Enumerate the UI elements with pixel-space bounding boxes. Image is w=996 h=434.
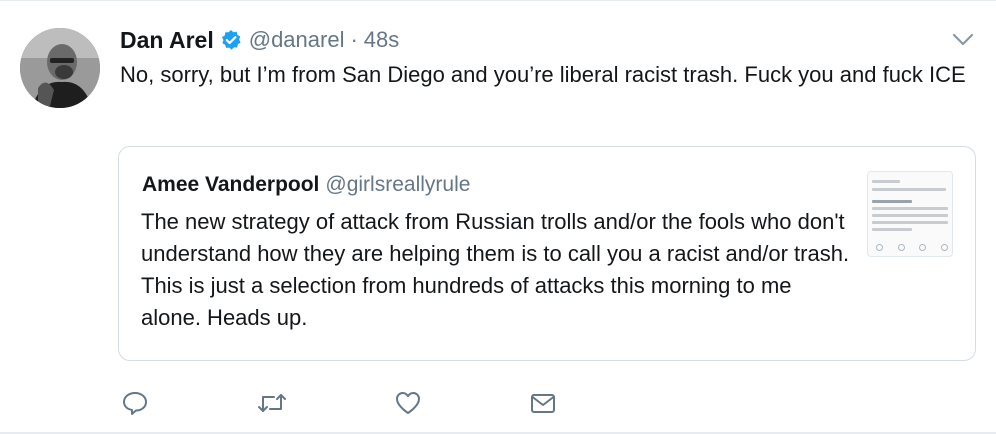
heart-icon[interactable] (393, 388, 423, 418)
quoted-tweet-text: The new strategy of attack from Russian … (141, 209, 850, 330)
quoted-author-name: Amee Vanderpool (142, 173, 320, 196)
tweet-header: Dan Arel @danarel · 48s (120, 24, 399, 56)
retweet-icon[interactable] (257, 388, 287, 418)
quoted-media-thumbnail[interactable] (867, 171, 953, 257)
header-separator: · (350, 27, 358, 52)
quoted-author-handle: @girlsreallyrule (325, 173, 471, 196)
quoted-tweet-header: Amee Vanderpool @girlsreallyrule (142, 173, 470, 197)
tweet-actions (120, 388, 560, 418)
envelope-icon[interactable] (528, 388, 558, 418)
verified-badge-icon (220, 29, 242, 51)
reply-icon[interactable] (120, 388, 150, 418)
avatar[interactable] (20, 28, 100, 108)
author-name[interactable]: Dan Arel (120, 27, 214, 54)
top-divider (0, 0, 996, 1)
chevron-down-icon[interactable] (950, 29, 976, 51)
tweet-timestamp[interactable]: 48s (364, 27, 399, 53)
tweet-text: No, sorry, but I’m from San Diego and yo… (120, 62, 966, 87)
author-handle[interactable]: @danarel (249, 27, 345, 53)
quoted-tweet-card[interactable]: Amee Vanderpool @girlsreallyrule The new… (118, 146, 976, 361)
